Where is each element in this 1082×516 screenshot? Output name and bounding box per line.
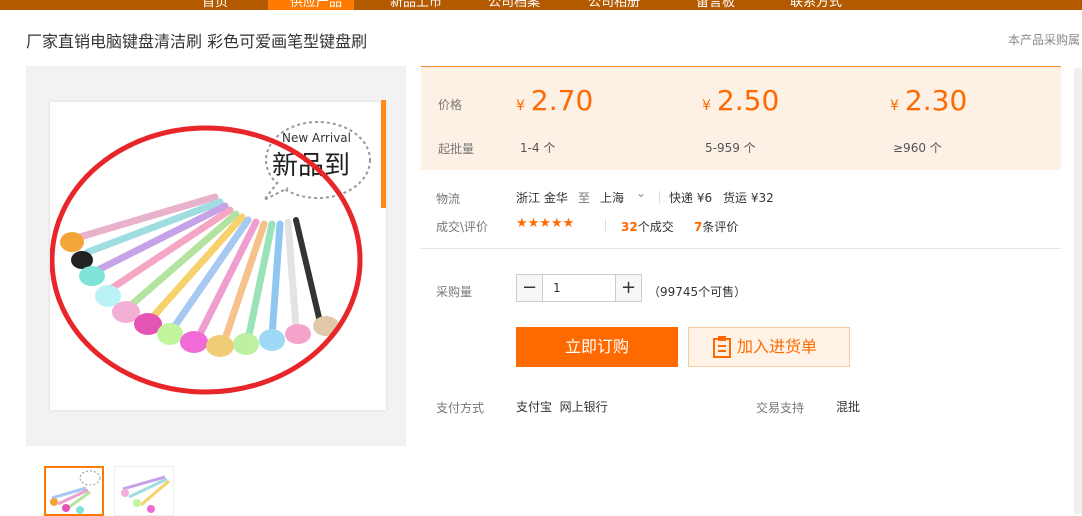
ship-to-word: 至 — [578, 191, 591, 205]
chevron-down-icon[interactable]: ⌄ — [636, 186, 646, 200]
rating-stars: ★★★★★ — [516, 216, 575, 231]
trade-support-label: 交易支持 — [756, 401, 805, 415]
ship-from: 浙江 金华 — [516, 191, 568, 205]
freight-fee: 货运 ¥32 — [723, 191, 774, 205]
divider — [605, 219, 606, 231]
express-fee: 快递 ¥6 — [669, 191, 713, 205]
review-count-link[interactable]: 7条评价 — [694, 218, 738, 235]
top-nav: 首页 供应产品 新品上市 公司档案 公司相册 留言板 联系方式 — [0, 0, 1082, 10]
range-tier-2: 5-959 个 — [705, 141, 756, 155]
range-tier-3: ≥960 个 — [893, 141, 942, 155]
quantity-stepper: − 1 + — [516, 274, 642, 302]
deal-count-link[interactable]: 32个成交 — [621, 218, 674, 235]
price-value: 2.50 — [716, 84, 780, 117]
payment-label: 支付方式 — [436, 401, 485, 415]
currency-symbol: ¥ — [516, 98, 525, 114]
nav-item-home[interactable]: 首页 — [202, 0, 228, 10]
range-tier-1: 1-4 个 — [520, 141, 556, 155]
nav-item-products[interactable]: 供应产品 — [290, 0, 342, 10]
scrollbar[interactable] — [1074, 68, 1082, 514]
price-tier-3: ¥2.30 — [890, 84, 967, 117]
badge-en: New Arrival — [282, 131, 351, 145]
payment-methods: 支付宝 网上银行 — [516, 400, 608, 414]
image-side-strip — [381, 100, 386, 208]
nav-item-contact[interactable]: 联系方式 — [790, 0, 842, 10]
logistics-label: 物流 — [436, 192, 461, 206]
deal-count: 32 — [621, 220, 638, 234]
trade-support-value: 混批 — [836, 400, 861, 414]
add-to-cart-button[interactable]: 加入进货单 — [688, 327, 850, 367]
quantity-input[interactable]: 1 — [553, 281, 561, 295]
increase-button[interactable]: + — [615, 275, 641, 301]
thumbnail-1[interactable] — [44, 466, 104, 516]
available-stock: （99745个可售） — [648, 285, 747, 299]
price-tier-1: ¥2.70 — [516, 84, 593, 117]
product-title: 厂家直销电脑键盘清洁刷 彩色可爱画笔型键盘刷 — [26, 32, 368, 51]
ship-to-select[interactable]: 上海 — [600, 189, 624, 206]
procurement-note[interactable]: 本产品采购属 — [1008, 31, 1080, 48]
nav-item-message[interactable]: 留言板 — [696, 0, 735, 10]
nav-item-new[interactable]: 新品上市 — [390, 0, 442, 10]
section-divider — [421, 248, 1061, 249]
currency-symbol: ¥ — [890, 98, 899, 114]
add-to-cart-label: 加入进货单 — [737, 337, 818, 356]
divider — [659, 191, 660, 203]
review-suffix: 条评价 — [702, 220, 739, 234]
main-product-image[interactable]: New Arrival 新品到 — [50, 102, 386, 410]
clipboard-icon — [713, 336, 731, 358]
quantity-label: 采购量 — [436, 285, 473, 299]
moq-label: 起批量 — [438, 142, 475, 156]
price-label: 价格 — [438, 98, 463, 112]
thumbnail-2[interactable] — [114, 466, 174, 516]
nav-item-profile[interactable]: 公司档案 — [488, 0, 540, 10]
thumbnail-1-image — [50, 470, 101, 514]
thumbnail-2-image — [121, 475, 170, 513]
currency-symbol: ¥ — [702, 98, 711, 114]
brush-photo: New Arrival 新品到 — [50, 121, 371, 395]
price-value: 2.70 — [530, 84, 594, 117]
deal-suffix: 个成交 — [637, 220, 674, 234]
buy-now-button[interactable]: 立即订购 — [516, 327, 678, 367]
decrease-button[interactable]: − — [517, 275, 543, 301]
deals-label: 成交\评价 — [436, 220, 489, 234]
price-value: 2.30 — [904, 84, 968, 117]
nav-item-album[interactable]: 公司相册 — [588, 0, 640, 10]
price-tier-2: ¥2.50 — [702, 84, 779, 117]
